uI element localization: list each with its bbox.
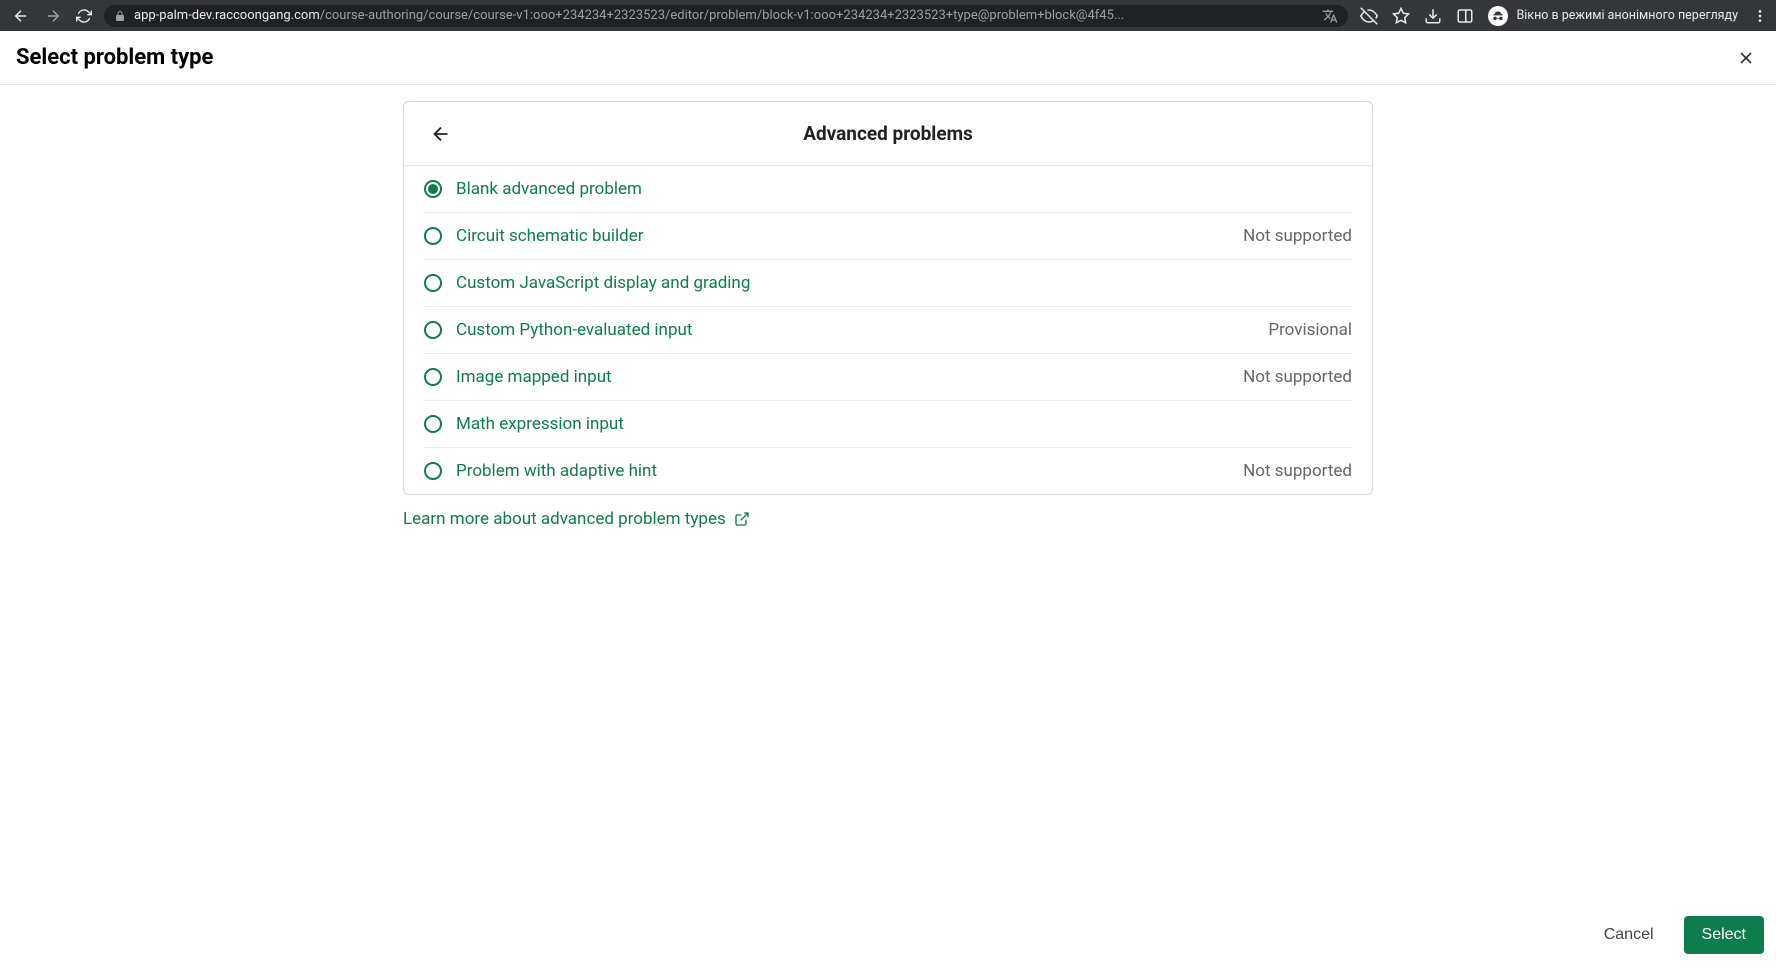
panel-icon[interactable] [1456,7,1474,25]
card-title: Advanced problems [424,122,1352,145]
radio-button[interactable] [424,415,442,433]
select-button[interactable]: Select [1684,916,1764,954]
back-browser-button[interactable] [12,7,30,25]
back-button[interactable] [424,117,458,151]
option-status: Not supported [1243,367,1352,387]
option-label: Custom Python-evaluated input [456,320,1268,340]
incognito-icon [1488,6,1508,26]
footer-actions: Cancel Select [1586,916,1764,954]
problem-type-card: Advanced problems Blank advanced problem… [403,101,1373,495]
radio-button[interactable] [424,321,442,339]
option-row[interactable]: Blank advanced problem [424,166,1352,213]
incognito-text: Вікно в режимі анонімного перегляду [1516,8,1738,23]
radio-button[interactable] [424,227,442,245]
chrome-actions: Вікно в режимі анонімного перегляду [1360,6,1768,26]
learn-more-link[interactable]: Learn more about advanced problem types [403,509,750,529]
url-bar[interactable]: app-palm-dev.raccoongang.com/course-auth… [104,5,1348,27]
radio-button[interactable] [424,180,442,198]
cancel-button[interactable]: Cancel [1586,916,1672,954]
radio-button[interactable] [424,462,442,480]
reload-browser-button[interactable] [76,8,92,24]
translate-icon[interactable] [1322,8,1338,24]
page-title: Select problem type [16,45,213,70]
external-link-icon [734,511,750,527]
option-row[interactable]: Math expression input [424,401,1352,448]
star-icon[interactable] [1392,7,1410,25]
option-label: Math expression input [456,414,1352,434]
radio-button[interactable] [424,274,442,292]
download-icon[interactable] [1424,7,1442,25]
option-row[interactable]: Image mapped inputNot supported [424,354,1352,401]
content-area: Advanced problems Blank advanced problem… [0,85,1776,529]
option-row[interactable]: Problem with adaptive hintNot supported [424,448,1352,494]
url-text: app-palm-dev.raccoongang.com/course-auth… [134,8,1314,23]
menu-icon[interactable] [1752,8,1768,24]
close-button[interactable] [1732,44,1760,72]
option-label: Custom JavaScript display and grading [456,273,1352,293]
options-list: Blank advanced problem Circuit schematic … [404,166,1372,494]
option-label: Circuit schematic builder [456,226,1243,246]
option-status: Not supported [1243,461,1352,481]
lock-icon [114,10,126,22]
card-header: Advanced problems [404,102,1372,166]
forward-browser-button[interactable] [44,7,62,25]
page-header: Select problem type [0,31,1776,85]
learn-more: Learn more about advanced problem types [403,509,1373,529]
option-label: Problem with adaptive hint [456,461,1243,481]
option-row[interactable]: Custom JavaScript display and grading [424,260,1352,307]
eye-off-icon[interactable] [1360,7,1378,25]
learn-more-text: Learn more about advanced problem types [403,509,726,529]
nav-buttons [12,7,92,25]
browser-chrome: app-palm-dev.raccoongang.com/course-auth… [0,0,1776,31]
option-status: Not supported [1243,226,1352,246]
option-label: Image mapped input [456,367,1243,387]
incognito-badge: Вікно в режимі анонімного перегляду [1488,6,1738,26]
option-row[interactable]: Custom Python-evaluated inputProvisional [424,307,1352,354]
radio-button[interactable] [424,368,442,386]
option-status: Provisional [1268,320,1352,340]
option-row[interactable]: Circuit schematic builderNot supported [424,213,1352,260]
option-label: Blank advanced problem [456,179,1352,199]
